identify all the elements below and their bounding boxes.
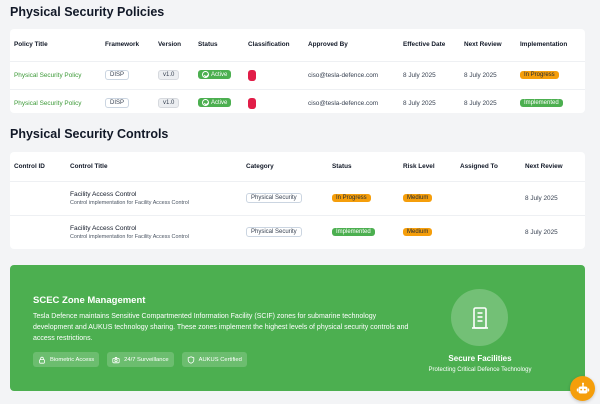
implementation-badge: Implemented (520, 99, 563, 108)
table-row[interactable]: Physical Security Policy DISP v1.0 Activ… (10, 61, 585, 89)
pill-label: AUKUS Certified (198, 356, 242, 363)
pill-label: 24/7 Surveillance (124, 356, 169, 363)
next-review: 8 July 2025 (525, 194, 558, 202)
framework-chip: DISP (105, 98, 130, 109)
effective-date: 8 July 2025 (403, 99, 436, 107)
policies-section-title: Physical Security Policies (10, 5, 165, 19)
scec-banner: SCEC Zone Management Tesla Defence maint… (10, 265, 585, 391)
assigned-to (456, 215, 521, 249)
control-title: Facility Access Control (70, 190, 137, 198)
next-review: 8 July 2025 (464, 71, 497, 79)
camera-icon (112, 356, 120, 363)
col-version[interactable]: Version (154, 29, 194, 62)
assistant-button[interactable] (570, 376, 595, 401)
control-title: Facility Access Control (70, 224, 137, 232)
col-category[interactable]: Category (242, 152, 328, 182)
col-status[interactable]: Status (328, 152, 399, 182)
status-badge: Active (198, 70, 232, 79)
col-next-review[interactable]: Next Review (521, 152, 585, 182)
col-effective-date[interactable]: Effective Date (399, 29, 460, 62)
policy-title-link[interactable]: Physical Security Policy (14, 100, 81, 107)
controls-table: Control ID Control Title Category Status… (10, 152, 585, 249)
scec-description: Tesla Defence maintains Sensitive Compar… (33, 313, 409, 343)
facility-subtitle: Protecting Critical Defence Technology (428, 367, 532, 373)
table-row[interactable]: Facility Access Control Control implemen… (10, 181, 585, 215)
table-row[interactable]: Facility Access Control Control implemen… (10, 215, 585, 249)
pill-aukus-certified: AUKUS Certified (181, 352, 247, 367)
policies-table: Policy Title Framework Version Status Cl… (10, 29, 585, 117)
col-implementation[interactable]: Implementation (516, 29, 585, 62)
scec-title: SCEC Zone Management (33, 295, 146, 306)
version-chip: v1.0 (158, 70, 180, 80)
classification-marker (248, 69, 256, 81)
col-policy-title[interactable]: Policy Title (10, 29, 101, 62)
check-circle-icon (202, 71, 209, 78)
policies-table-card: Policy Title Framework Version Status Cl… (10, 29, 585, 113)
col-approved-by[interactable]: Approved By (304, 29, 399, 62)
shield-icon (187, 355, 194, 364)
classification-marker (248, 97, 256, 109)
page: Physical Security Policies Policy Title … (0, 0, 600, 404)
policies-header-row: Policy Title Framework Version Status Cl… (10, 29, 585, 62)
controls-header-row: Control ID Control Title Category Status… (10, 152, 585, 182)
col-next-review[interactable]: Next Review (460, 29, 516, 62)
pill-label: Biometric Access (50, 356, 95, 363)
facility-title: Secure Facilities (448, 354, 512, 363)
col-assigned-to[interactable]: Assigned To (456, 152, 521, 182)
control-subtitle: Control implementation for Facility Acce… (70, 199, 189, 206)
version-chip: v1.0 (158, 98, 180, 109)
check-circle-icon (202, 99, 209, 107)
controls-section-title: Physical Security Controls (10, 127, 169, 141)
building-icon (471, 306, 488, 329)
status-label: Active (211, 99, 228, 106)
approved-by: ciso@tesla-defence.com (308, 99, 379, 107)
next-review: 8 July 2025 (525, 228, 558, 236)
fingerprint-icon (39, 356, 45, 364)
pill-surveillance: 24/7 Surveillance (107, 352, 174, 367)
effective-date: 8 July 2025 (403, 71, 436, 79)
next-review: 8 July 2025 (464, 99, 497, 107)
control-id (10, 215, 66, 249)
approved-by: ciso@tesla-defence.com (308, 71, 379, 79)
framework-chip: DISP (105, 70, 130, 80)
col-classification[interactable]: Classification (244, 29, 304, 62)
policy-title-link[interactable]: Physical Security Policy (14, 72, 81, 79)
table-row[interactable]: Physical Security Policy DISP v1.0 Activ… (10, 89, 585, 117)
implementation-badge: In Progress (520, 71, 559, 79)
risk-badge: Medium (403, 194, 433, 202)
col-status[interactable]: Status (194, 29, 244, 62)
assigned-to (456, 181, 521, 215)
category-chip: Physical Security (246, 227, 302, 238)
risk-badge: Medium (403, 228, 433, 237)
status-label: Active (211, 71, 228, 78)
col-control-id[interactable]: Control ID (10, 152, 66, 182)
col-control-title[interactable]: Control Title (66, 152, 242, 182)
robot-icon (576, 382, 589, 393)
scec-feature-pills: Biometric Access 24/7 Surveillance AUKUS… (33, 352, 247, 367)
controls-table-card: Control ID Control Title Category Status… (10, 152, 585, 249)
status-badge: In Progress (332, 194, 371, 202)
status-badge: Implemented (332, 228, 375, 237)
col-risk-level[interactable]: Risk Level (399, 152, 456, 182)
pill-biometric-access: Biometric Access (33, 352, 100, 367)
control-id (10, 181, 66, 215)
category-chip: Physical Security (246, 193, 302, 203)
status-badge: Active (198, 98, 232, 108)
col-framework[interactable]: Framework (101, 29, 154, 62)
facility-icon-circle (451, 289, 508, 346)
control-subtitle: Control implementation for Facility Acce… (70, 233, 189, 240)
